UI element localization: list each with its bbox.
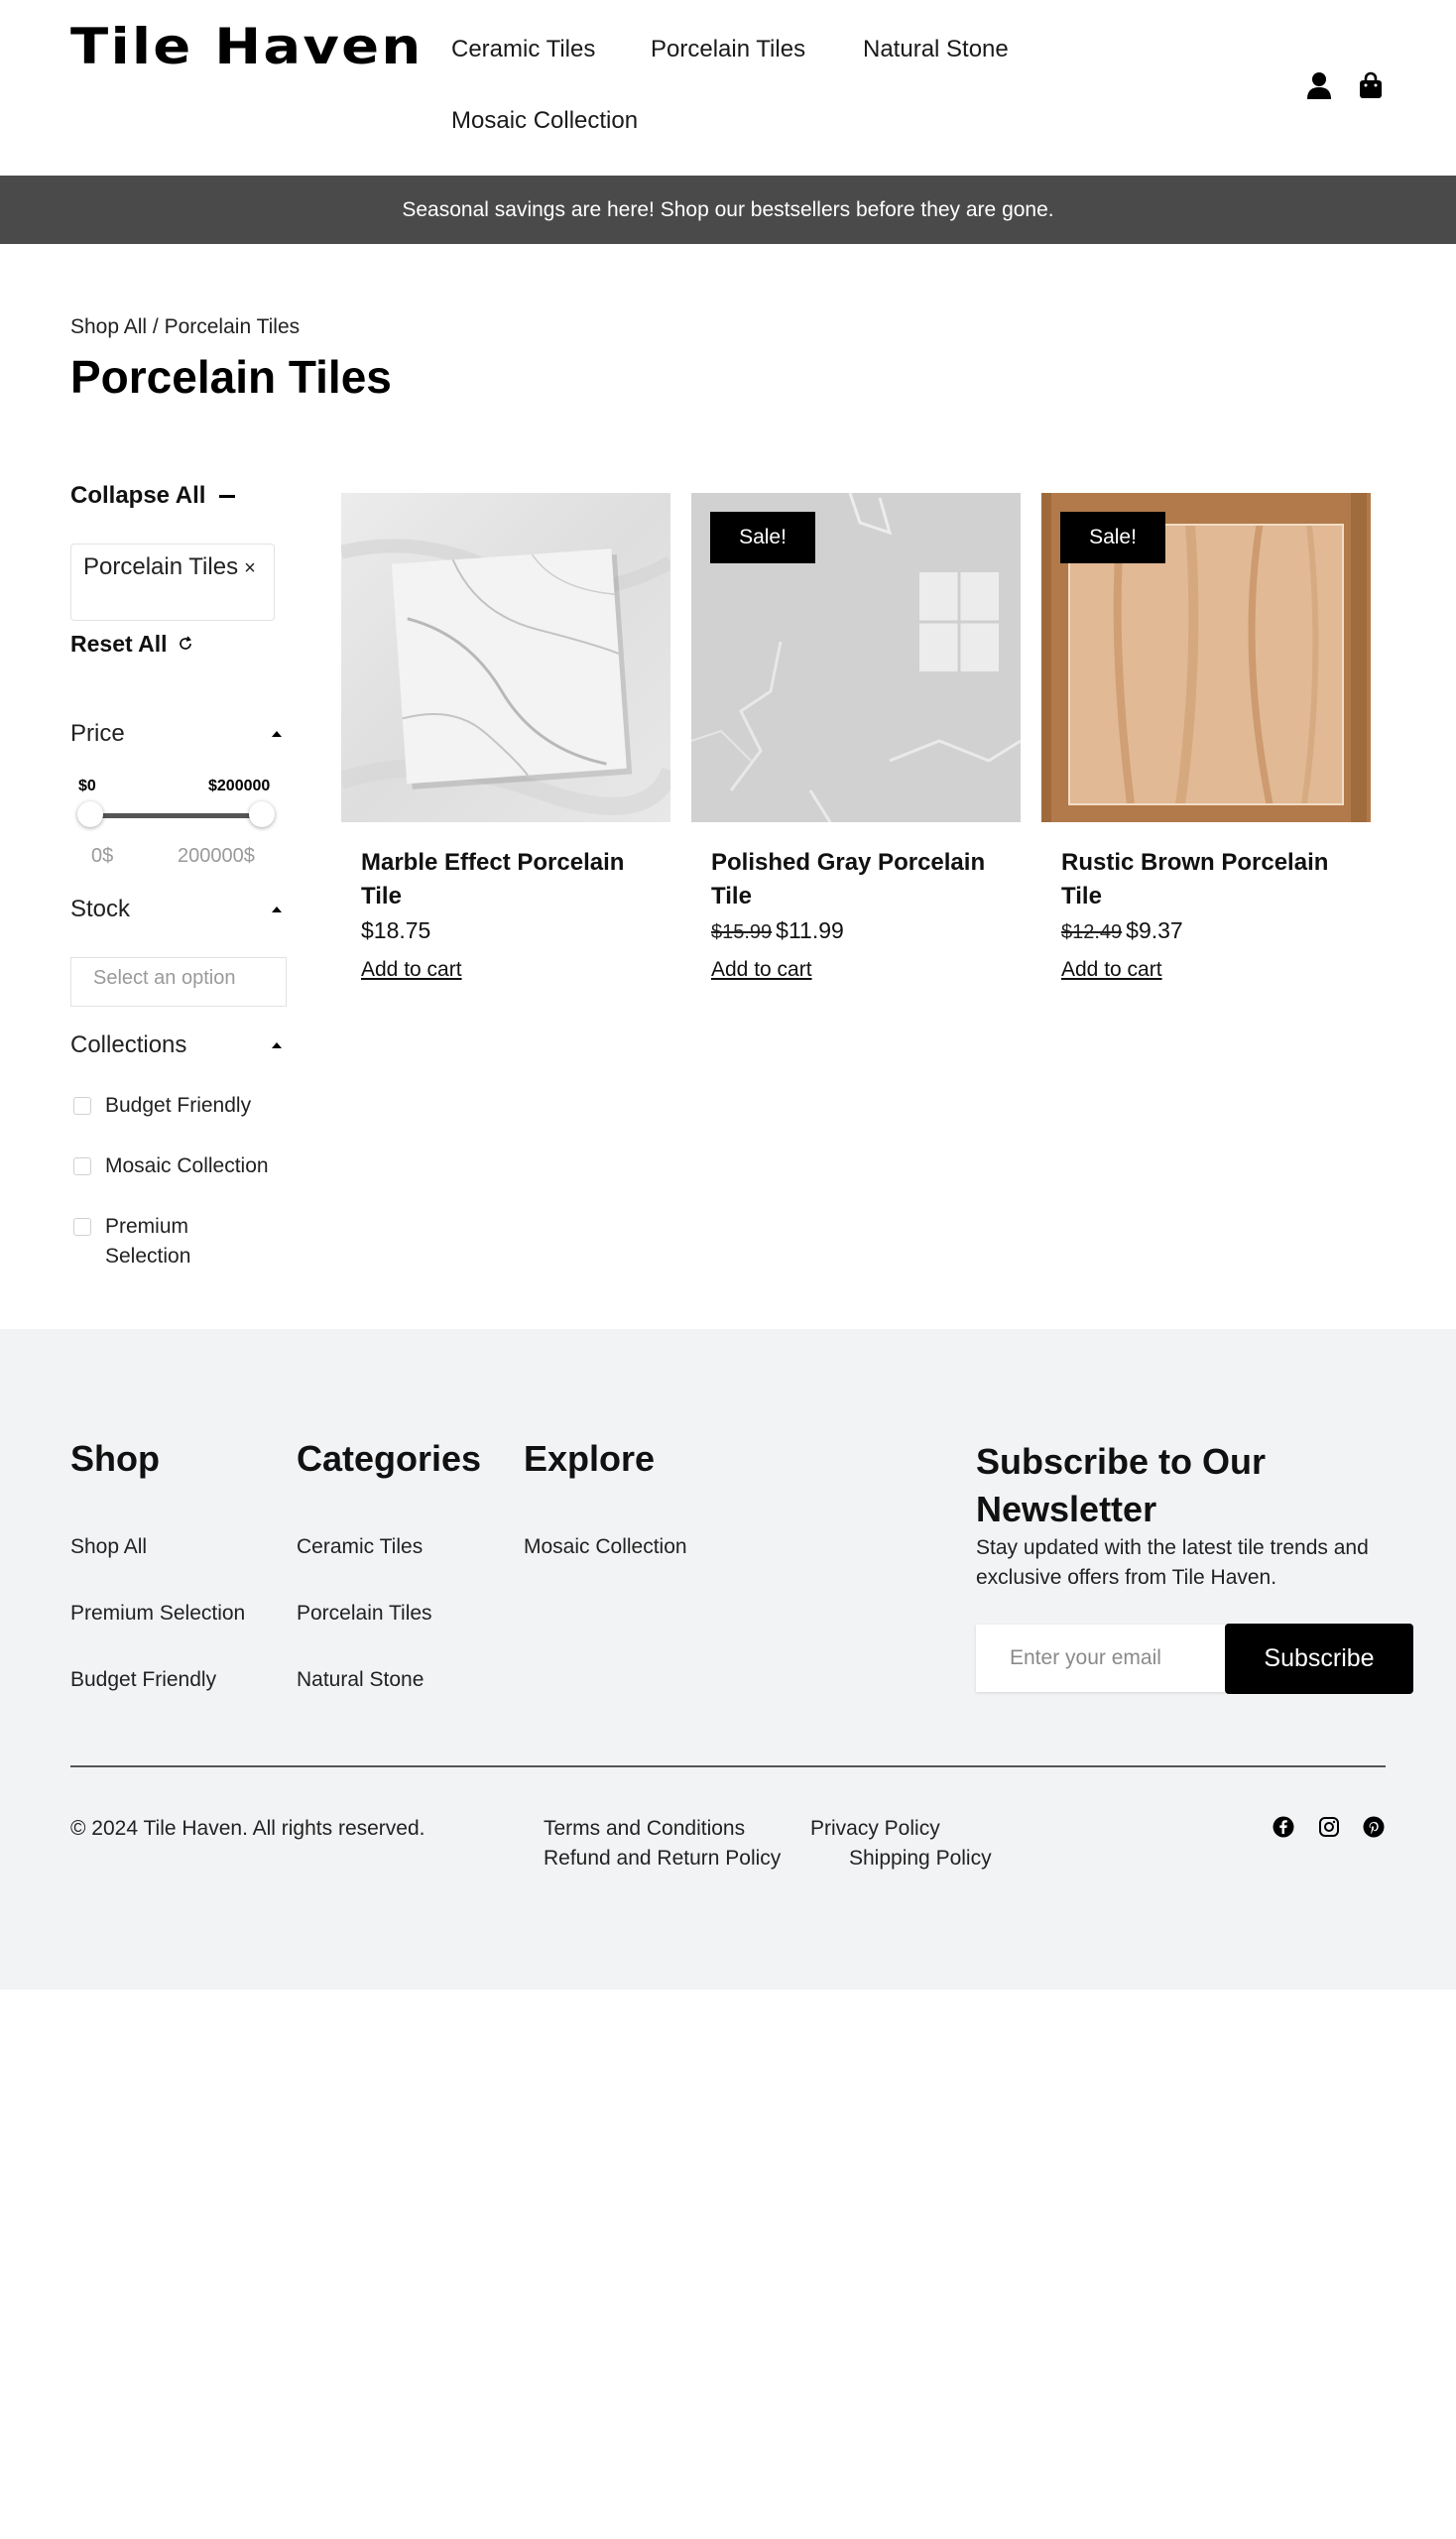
- footer-link-mosaic-collection[interactable]: Mosaic Collection: [524, 1535, 687, 1559]
- sale-badge: Sale!: [710, 512, 815, 563]
- reset-all-label: Reset All: [70, 631, 168, 657]
- stock-facet-label: Stock: [70, 896, 131, 922]
- footer-categories-title: Categories: [297, 1438, 482, 1479]
- email-field[interactable]: [976, 1625, 1226, 1692]
- current-price: $11.99: [776, 917, 844, 943]
- newsletter-description: Stay updated with the latest tile trends…: [976, 1536, 1369, 1589]
- collapse-all-button[interactable]: Collapse All: [70, 482, 236, 510]
- checkbox[interactable]: [73, 1218, 91, 1236]
- footer-link-refund-return[interactable]: Refund and Return Policy: [544, 1847, 781, 1871]
- nav-natural-stone[interactable]: Natural Stone: [863, 36, 1009, 63]
- footer-explore-title: Explore: [524, 1438, 656, 1479]
- footer-link-privacy[interactable]: Privacy Policy: [810, 1817, 940, 1841]
- collection-option-premium-selection[interactable]: Premium Selection: [73, 1212, 272, 1271]
- checkbox[interactable]: [73, 1097, 91, 1115]
- footer-link-premium-selection[interactable]: Premium Selection: [70, 1602, 245, 1626]
- price-max-handle[interactable]: [249, 801, 275, 827]
- copyright-text: © 2024 Tile Haven. All rights reserved.: [70, 1817, 425, 1840]
- breadcrumb-shop-all[interactable]: Shop All: [70, 315, 147, 338]
- nav-porcelain-tiles[interactable]: Porcelain Tiles: [651, 36, 805, 63]
- product-card: Sale! Rustic Brown Porcelain Tile $12.49…: [1041, 493, 1371, 982]
- collection-option-mosaic-collection[interactable]: Mosaic Collection: [73, 1151, 269, 1181]
- price-min-value: 0$: [91, 845, 114, 867]
- product-image[interactable]: Sale!: [691, 493, 1021, 822]
- footer-divider: [70, 1765, 1386, 1767]
- footer-link-porcelain-tiles[interactable]: Porcelain Tiles: [297, 1602, 432, 1626]
- stock-facet-toggle[interactable]: Stock: [70, 896, 286, 923]
- product-image[interactable]: Sale!: [1041, 493, 1371, 822]
- stock-select[interactable]: Select an option: [70, 957, 287, 1007]
- site-header: Tile Haven Ceramic Tiles Porcelain Tiles…: [0, 0, 1456, 176]
- current-price: $18.75: [361, 917, 431, 943]
- price-max-value: 200000$: [178, 845, 255, 867]
- footer-shop-title: Shop: [70, 1438, 160, 1479]
- shopping-bag-icon[interactable]: [1355, 69, 1387, 101]
- collection-option-label: Budget Friendly: [105, 1094, 252, 1117]
- price-max-label: $200000: [208, 778, 271, 794]
- collections-facet-toggle[interactable]: Collections: [70, 1031, 286, 1059]
- add-to-cart-button[interactable]: Add to cart: [711, 958, 812, 982]
- pinterest-icon[interactable]: [1362, 1815, 1386, 1839]
- footer-link-shipping[interactable]: Shipping Policy: [849, 1847, 992, 1871]
- footer-link-budget-friendly[interactable]: Budget Friendly: [70, 1668, 216, 1692]
- footer-link-natural-stone[interactable]: Natural Stone: [297, 1668, 424, 1692]
- collapse-all-label: Collapse All: [70, 482, 206, 509]
- user-icon[interactable]: [1303, 69, 1335, 101]
- active-filter-label: Porcelain Tiles: [83, 553, 239, 580]
- price-min-handle[interactable]: [77, 801, 103, 827]
- chevron-up-icon: [272, 731, 282, 737]
- footer-link-shop-all[interactable]: Shop All: [70, 1535, 147, 1559]
- subscribe-button[interactable]: Subscribe: [1225, 1624, 1413, 1694]
- collection-option-budget-friendly[interactable]: Budget Friendly: [73, 1091, 251, 1121]
- header-actions: [1303, 69, 1387, 101]
- site-logo[interactable]: Tile Haven: [70, 18, 423, 75]
- announcement-bar: Seasonal savings are here! Shop our best…: [0, 176, 1456, 244]
- sale-badge: Sale!: [1060, 512, 1165, 563]
- nav-ceramic-tiles[interactable]: Ceramic Tiles: [451, 36, 595, 63]
- breadcrumb-separator: /: [147, 315, 165, 338]
- chevron-up-icon: [272, 907, 282, 912]
- product-name[interactable]: Polished Gray Porcelain Tile: [711, 846, 1001, 913]
- minus-icon: [219, 494, 236, 498]
- chevron-up-icon: [272, 1042, 282, 1048]
- product-price: $12.49 $9.37: [1061, 917, 1351, 944]
- collection-option-label: Mosaic Collection: [105, 1154, 269, 1177]
- product-name[interactable]: Rustic Brown Porcelain Tile: [1061, 846, 1351, 913]
- product-card: Marble Effect Porcelain Tile $18.75 Add …: [341, 493, 670, 982]
- add-to-cart-button[interactable]: Add to cart: [361, 958, 462, 982]
- product-price: $18.75: [361, 917, 651, 944]
- product-image[interactable]: [341, 493, 670, 822]
- breadcrumb-current: Porcelain Tiles: [164, 315, 301, 338]
- collections-facet-label: Collections: [70, 1031, 187, 1058]
- close-icon[interactable]: ×: [244, 557, 256, 579]
- price-min-label: $0: [78, 778, 96, 794]
- price-facet-label: Price: [70, 720, 125, 747]
- reset-all-button[interactable]: Reset All: [70, 631, 193, 658]
- footer-link-terms[interactable]: Terms and Conditions: [544, 1817, 745, 1841]
- checkbox[interactable]: [73, 1157, 91, 1175]
- instagram-icon[interactable]: [1317, 1815, 1341, 1839]
- announcement-text: Seasonal savings are here! Shop our best…: [402, 197, 1054, 221]
- footer-link-ceramic-tiles[interactable]: Ceramic Tiles: [297, 1535, 423, 1559]
- original-price: $15.99: [711, 921, 773, 943]
- newsletter-title: Subscribe to Our Newsletter: [976, 1441, 1267, 1529]
- collection-option-label: Premium Selection: [105, 1215, 191, 1268]
- facebook-icon[interactable]: [1272, 1815, 1295, 1839]
- product-price: $15.99 $11.99: [711, 917, 1001, 944]
- price-facet-toggle[interactable]: Price: [70, 720, 286, 748]
- active-filter-chip: Porcelain Tiles ×: [70, 544, 275, 621]
- refresh-icon: [178, 631, 193, 658]
- breadcrumb: Shop All / Porcelain Tiles: [70, 315, 300, 339]
- price-range-track[interactable]: [90, 813, 264, 818]
- product-card: Sale! Polished Gray Porcelain Tile $15.9…: [691, 493, 1021, 982]
- product-name[interactable]: Marble Effect Porcelain Tile: [361, 846, 651, 913]
- site-footer: Shop Shop All Premium Selection Budget F…: [0, 1329, 1456, 1990]
- add-to-cart-button[interactable]: Add to cart: [1061, 958, 1162, 982]
- original-price: $12.49: [1061, 921, 1123, 943]
- page-title: Porcelain Tiles: [70, 351, 392, 403]
- current-price: $9.37: [1126, 917, 1183, 943]
- nav-mosaic-collection[interactable]: Mosaic Collection: [451, 107, 638, 135]
